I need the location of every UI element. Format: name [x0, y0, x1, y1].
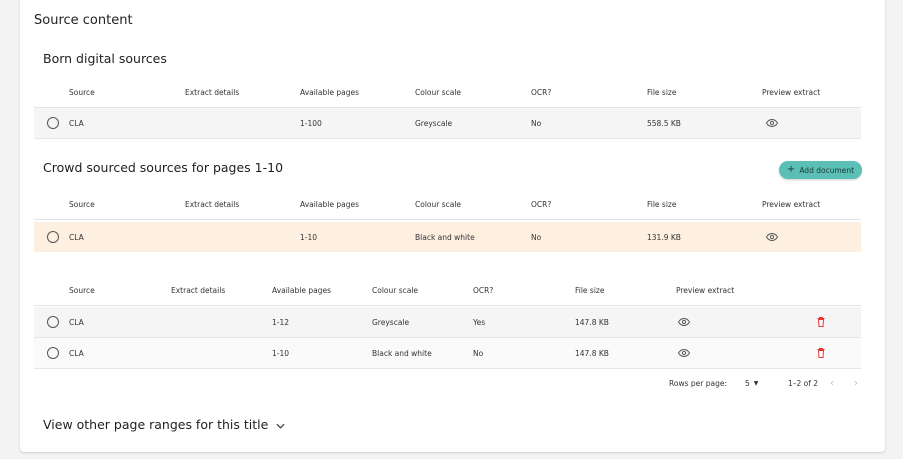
born-digital-header: Source Extract details Available pages C… — [34, 77, 861, 108]
cell-size: 131.9 KB — [647, 232, 681, 242]
cell-ocr: No — [531, 232, 542, 242]
cell-ocr: No — [473, 348, 484, 358]
col-size: File size — [647, 87, 677, 97]
col-preview: Preview extract — [762, 87, 821, 97]
col-colour: Colour scale — [415, 199, 462, 209]
col-colour: Colour scale — [415, 87, 462, 97]
next-page-icon[interactable]: › — [854, 373, 858, 393]
rows-per-page-select[interactable]: 5 ▼ — [745, 373, 758, 393]
plus-icon: + — [786, 164, 796, 175]
cell-source: CLA — [69, 317, 84, 327]
cell-source: CLA — [69, 232, 84, 242]
rows-per-page-label: Rows per page: — [669, 378, 727, 388]
col-colour: Colour scale — [372, 285, 419, 295]
trash-icon[interactable] — [817, 307, 825, 337]
add-document-label: Add document — [799, 165, 855, 175]
table-pagination: Rows per page: 5 ▼ 1–2 of 2 ‹ › — [34, 373, 861, 393]
col-ocr: OCR? — [531, 199, 552, 209]
born-digital-title: Born digital sources — [43, 51, 167, 66]
col-extract: Extract details — [171, 285, 226, 295]
table-row[interactable]: CLA 1-100 Greyscale No 558.5 KB — [34, 108, 861, 139]
crowd-header: Source Extract details Available pages C… — [34, 189, 861, 220]
table-row-selected[interactable]: CLA 1-10 Black and white No 131.9 KB — [34, 222, 861, 252]
col-ocr: OCR? — [531, 87, 552, 97]
rows-per-page-value: 5 — [745, 378, 750, 388]
cell-colour: Greyscale — [372, 317, 410, 327]
cell-colour: Black and white — [372, 348, 432, 358]
row-radio[interactable] — [47, 316, 59, 328]
cell-pages: 1-10 — [300, 232, 318, 242]
cell-size: 147.8 KB — [575, 348, 609, 358]
card-title: Source content — [34, 13, 133, 28]
col-source: Source — [69, 199, 95, 209]
cell-pages: 1-10 — [272, 348, 290, 358]
other-header: Source Extract details Available pages C… — [34, 275, 861, 306]
col-size: File size — [647, 199, 677, 209]
cell-ocr: No — [531, 118, 542, 128]
cell-source: CLA — [69, 118, 84, 128]
col-preview: Preview extract — [676, 285, 735, 295]
cell-pages: 1-12 — [272, 317, 290, 327]
col-pages: Available pages — [300, 87, 359, 97]
page-range: 1–2 of 2 — [788, 378, 819, 388]
row-radio[interactable] — [47, 231, 59, 243]
col-extract: Extract details — [185, 87, 240, 97]
cell-size: 558.5 KB — [647, 118, 681, 128]
view-other-ranges-toggle[interactable]: View other page ranges for this title — [43, 417, 285, 432]
eye-icon[interactable] — [766, 108, 778, 138]
col-source: Source — [69, 285, 95, 295]
col-pages: Available pages — [300, 199, 359, 209]
table-row[interactable]: CLA 1-12 Greyscale Yes 147.8 KB — [34, 307, 861, 338]
row-radio[interactable] — [47, 347, 59, 359]
col-source: Source — [69, 87, 95, 97]
crowd-sourced-title: Crowd sourced sources for pages 1-10 — [43, 160, 284, 175]
cell-pages: 1-100 — [300, 118, 322, 128]
add-document-button[interactable]: + Add document — [779, 161, 862, 179]
col-size: File size — [575, 285, 605, 295]
cell-size: 147.8 KB — [575, 317, 609, 327]
chevron-down-icon — [276, 417, 285, 432]
eye-icon[interactable] — [766, 222, 778, 252]
col-ocr: OCR? — [473, 285, 494, 295]
col-extract: Extract details — [185, 199, 240, 209]
view-other-ranges-label: View other page ranges for this title — [43, 417, 269, 432]
cell-colour: Black and white — [415, 232, 475, 242]
col-preview: Preview extract — [762, 199, 821, 209]
eye-icon[interactable] — [678, 338, 690, 368]
prev-page-icon[interactable]: ‹ — [830, 373, 834, 393]
row-radio[interactable] — [47, 117, 59, 129]
cell-ocr: Yes — [473, 317, 486, 327]
table-row[interactable]: CLA 1-10 Black and white No 147.8 KB — [34, 338, 861, 369]
caret-down-icon: ▼ — [753, 379, 759, 387]
eye-icon[interactable] — [678, 307, 690, 337]
col-pages: Available pages — [272, 285, 331, 295]
cell-colour: Greyscale — [415, 118, 453, 128]
cell-source: CLA — [69, 348, 84, 358]
source-content-card: Source content Born digital sources Sour… — [20, 0, 885, 452]
trash-icon[interactable] — [817, 338, 825, 368]
